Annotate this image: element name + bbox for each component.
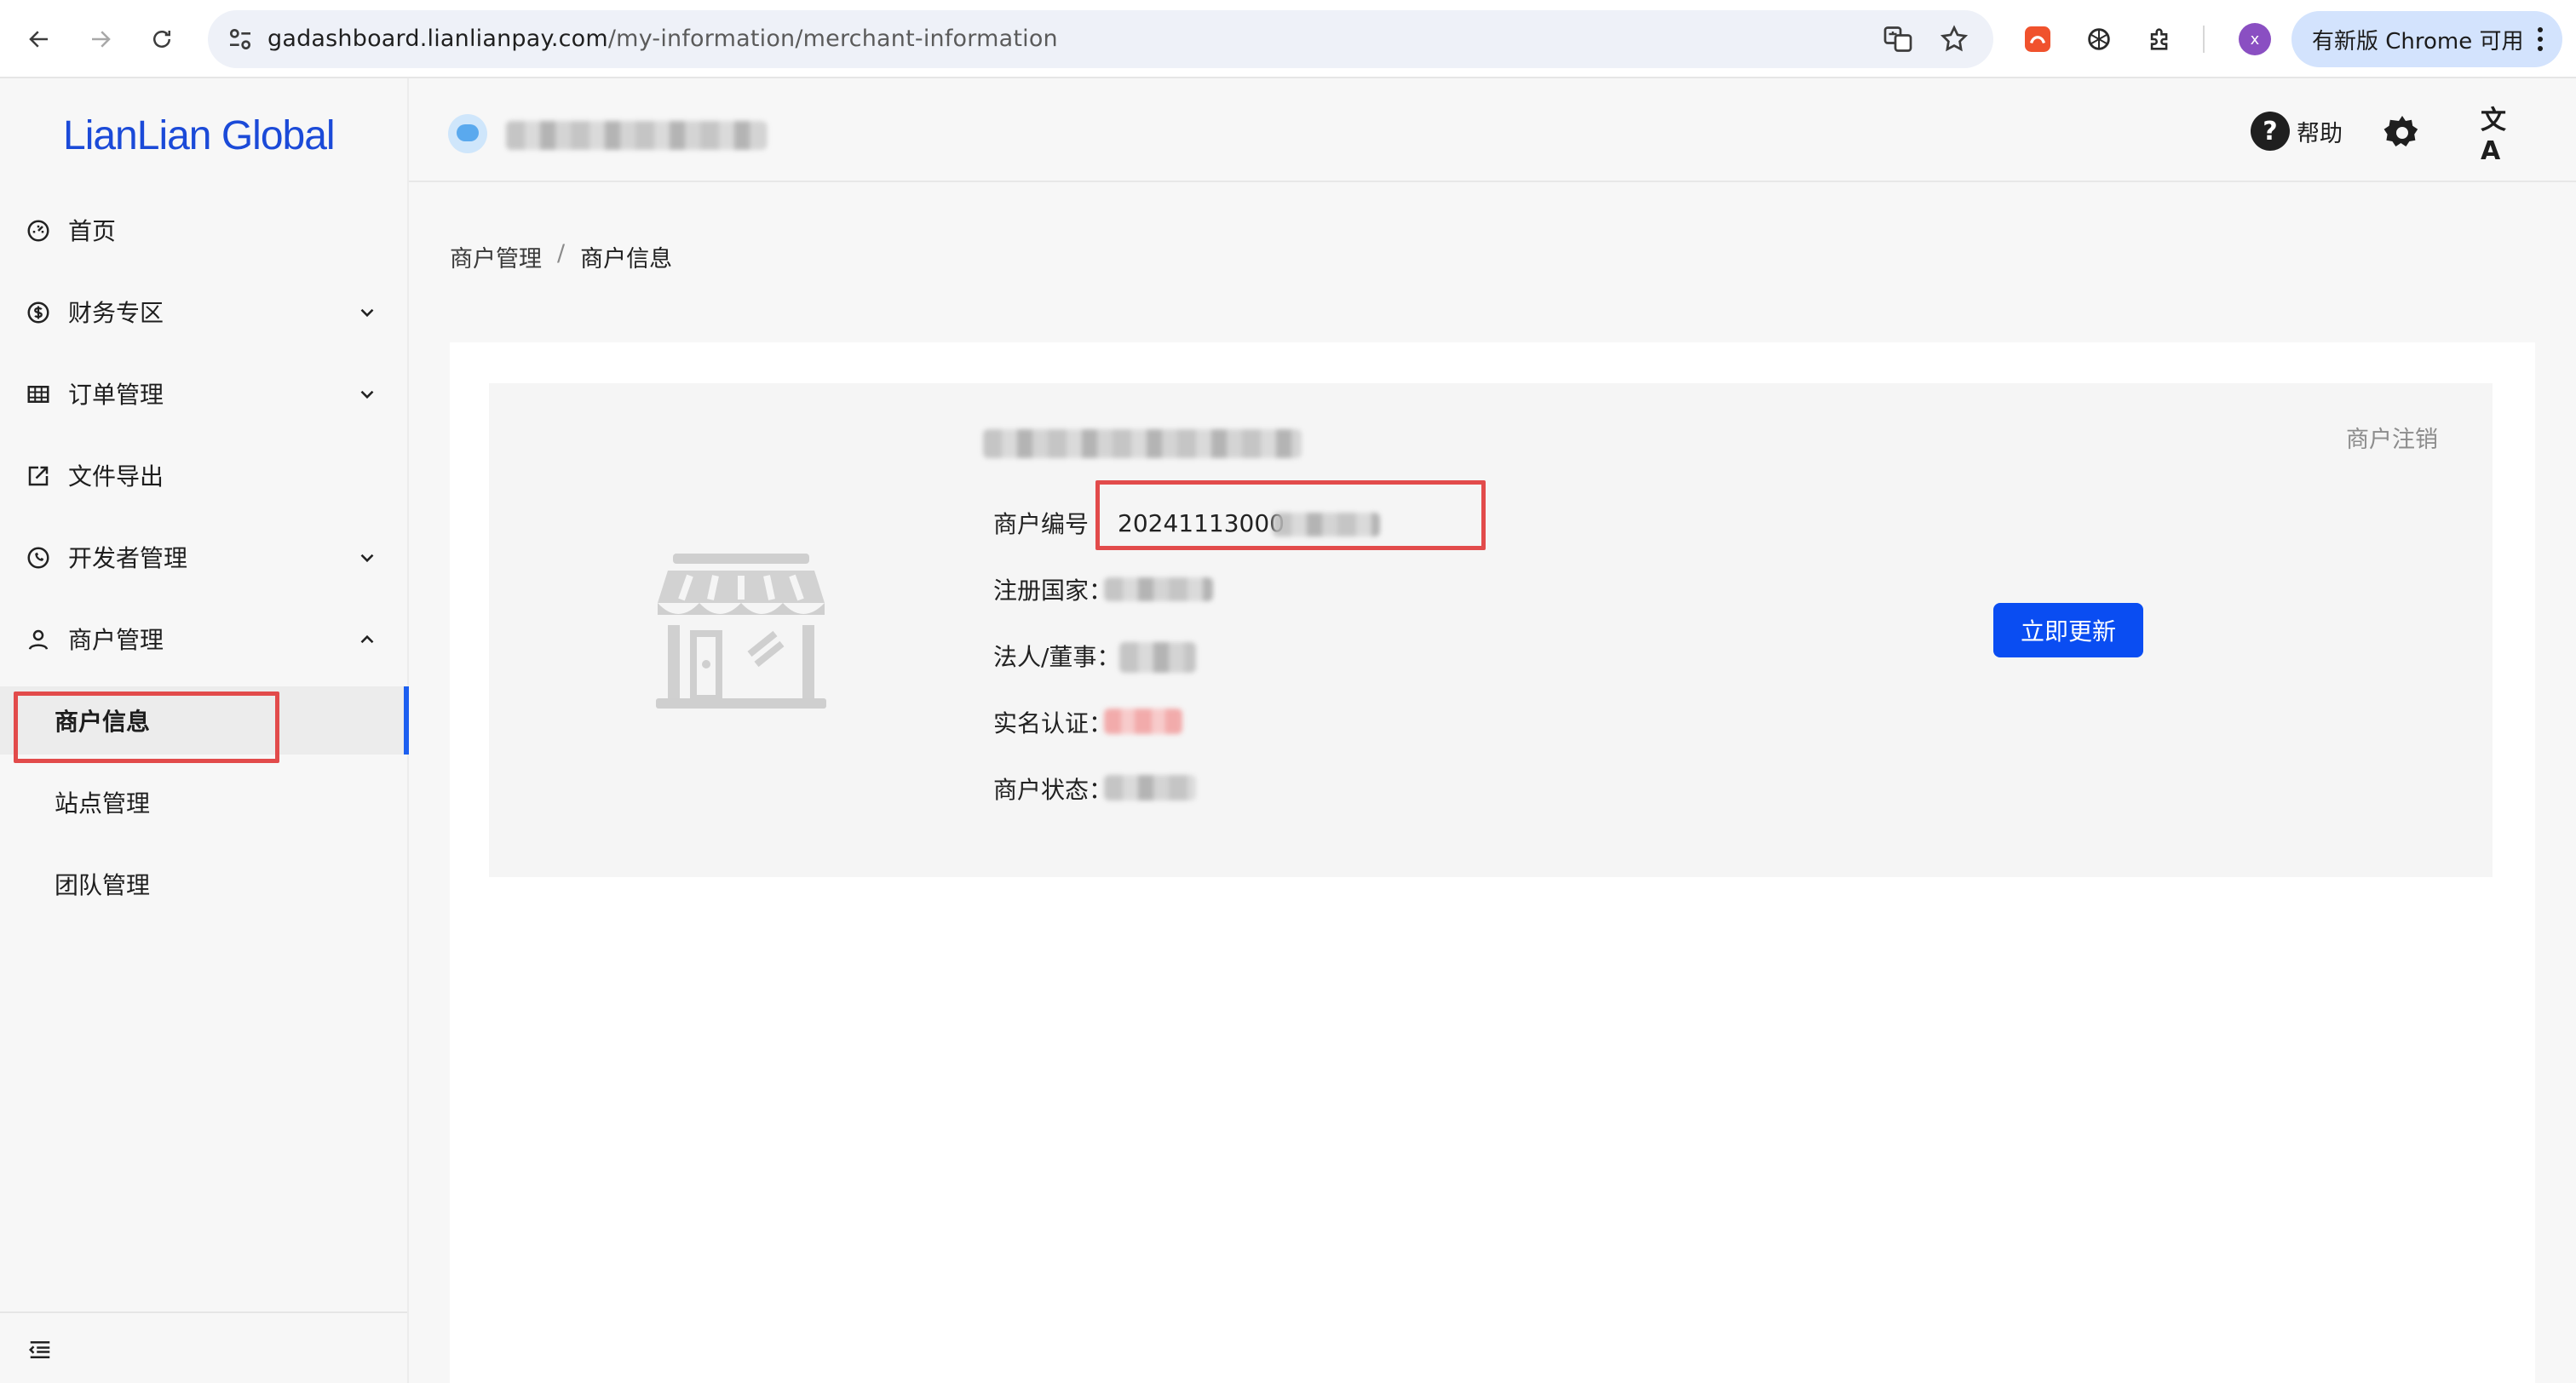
arrow-right-icon [92, 31, 111, 48]
help-button[interactable]: ? 帮助 [2251, 111, 2343, 152]
openai-extension-icon[interactable] [2080, 20, 2118, 58]
sidebar: LianLian Global 首页 财务专区 订单管理 文件导出 开发者管理 … [0, 78, 409, 1383]
update-now-button[interactable]: 立即更新 [1993, 603, 2143, 657]
blurred-verification-status [1104, 709, 1182, 734]
arrow-left-icon [29, 31, 48, 48]
legal-person-label: 法人/董事： [993, 643, 1121, 671]
merchant-cancel-link[interactable]: 商户注销 [2346, 421, 2438, 454]
breadcrumb-current: 商户信息 [580, 246, 673, 273]
extensions-puzzle-icon[interactable] [2142, 20, 2179, 58]
reload-icon [153, 31, 170, 48]
sidebar-item-label: 首页 [68, 217, 117, 245]
address-bar[interactable]: gadashboard.lianlianpay.com/my-informati… [208, 10, 1993, 68]
gear-icon[interactable] [2382, 112, 2423, 153]
chevron-down-icon [360, 554, 374, 563]
sidebar-item-label: 文件导出 [68, 462, 164, 491]
sidebar-item-label: 订单管理 [68, 381, 164, 409]
bookmark-star-icon[interactable] [1939, 24, 1969, 55]
toolbar-divider [2203, 26, 2205, 53]
sidebar-subitem-merchant-info[interactable]: 商户信息 [0, 686, 409, 755]
sidebar-subitem-team-management[interactable]: 团队管理 [0, 850, 407, 918]
language-icon[interactable]: 文A [2481, 106, 2520, 166]
sidebar-item-label: 商户管理 [68, 626, 164, 654]
legal-person-row: 法人/董事： [993, 639, 1120, 673]
forward-button[interactable] [80, 19, 121, 60]
help-icon: ? [2251, 112, 2290, 151]
real-name-row: 实名认证： [993, 705, 1113, 739]
sidebar-subitem-site-management[interactable]: 站点管理 [0, 768, 407, 836]
translate-page-icon[interactable] [1883, 24, 1913, 55]
real-name-label: 实名认证： [993, 709, 1113, 737]
dashboard-icon [27, 220, 49, 242]
merchant-status-row: 商户状态： [993, 772, 1113, 806]
chrome-update-button[interactable]: 有新版 Chrome 可用 [2291, 11, 2562, 67]
url-text[interactable]: gadashboard.lianlianpay.com/my-informati… [267, 10, 1058, 68]
export-icon [28, 466, 49, 486]
chevron-down-icon [360, 308, 374, 318]
profile-avatar[interactable]: x [2239, 23, 2271, 55]
table-icon [27, 386, 49, 403]
extension-red-icon[interactable] [2019, 20, 2056, 58]
url-path: /my-information/merchant-information [607, 26, 1058, 52]
collapse-menu-icon[interactable] [27, 1337, 53, 1363]
blurred-merchant-name [983, 429, 1302, 458]
register-country-row: 注册国家： [993, 572, 1113, 606]
url-host: gadashboard.lianlianpay.com [267, 26, 608, 52]
chevron-up-icon [360, 634, 374, 644]
blurred-account-name [506, 121, 767, 150]
logo[interactable]: LianLian Global [63, 112, 336, 159]
blurred-merchant-id-tail [1273, 513, 1380, 537]
breadcrumb-parent[interactable]: 商户管理 [450, 240, 542, 273]
sidebar-footer [0, 1311, 407, 1383]
sidebar-item-finance[interactable]: 财务专区 [0, 278, 407, 346]
store-icon [656, 554, 826, 709]
browser-toolbar: gadashboard.lianlianpay.com/my-informati… [0, 0, 2576, 78]
sidebar-item-label: 财务专区 [68, 299, 164, 327]
more-vert-icon [2538, 27, 2543, 51]
dollar-icon [27, 301, 49, 324]
blurred-country-value [1104, 577, 1213, 601]
sidebar-subitem-label: 商户信息 [55, 708, 151, 736]
sidebar-subitem-label: 团队管理 [55, 871, 151, 899]
blurred-legal-person-value [1119, 642, 1196, 673]
breadcrumb-separator: / [557, 240, 566, 267]
sidebar-item-label: 开发者管理 [68, 544, 188, 572]
register-country-label: 注册国家： [993, 577, 1113, 605]
sidebar-item-orders[interactable]: 订单管理 [0, 359, 407, 428]
merchant-id-row: 商户编号 20241113000 [993, 506, 1285, 540]
top-header: ? 帮助 文A [409, 78, 2576, 182]
sidebar-subitem-label: 站点管理 [55, 789, 151, 818]
sidebar-item-developer[interactable]: 开发者管理 [0, 523, 407, 591]
sidebar-item-home[interactable]: 首页 [0, 196, 407, 264]
breadcrumb: 商户管理 / 商户信息 [450, 240, 672, 273]
sidebar-item-export[interactable]: 文件导出 [0, 441, 407, 509]
reload-button[interactable] [141, 19, 182, 60]
merchant-id-value: 20241113000 [1118, 508, 1285, 537]
account-avatar[interactable] [448, 114, 487, 153]
site-settings-icon[interactable] [227, 26, 254, 53]
help-label: 帮助 [2297, 120, 2343, 147]
update-label: 有新版 Chrome 可用 [2312, 28, 2524, 55]
merchant-status-label: 商户状态： [993, 776, 1113, 804]
sidebar-item-merchant[interactable]: 商户管理 [0, 605, 407, 673]
phone-circle-icon [27, 547, 49, 569]
chevron-down-icon [360, 390, 374, 399]
blurred-merchant-status [1104, 775, 1196, 801]
merchant-id-label: 商户编号 [993, 510, 1090, 538]
user-icon [28, 629, 49, 650]
back-button[interactable] [19, 19, 60, 60]
